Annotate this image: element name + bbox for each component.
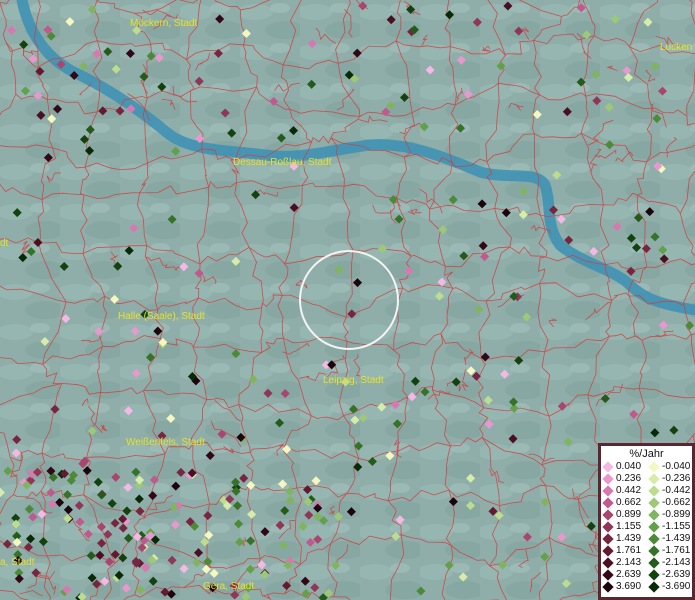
legend-swatch-icon bbox=[602, 461, 614, 473]
legend-label: 1.761 bbox=[616, 545, 642, 556]
legend-swatch-icon bbox=[648, 521, 660, 533]
legend-swatch-icon bbox=[602, 497, 614, 509]
legend-label: 2.639 bbox=[616, 569, 642, 580]
legend-label: 0.236 bbox=[616, 473, 642, 484]
legend-label: -1.761 bbox=[662, 545, 691, 556]
legend-swatch-icon bbox=[648, 581, 660, 593]
legend-label: -0.236 bbox=[662, 473, 691, 484]
legend-label: 1.439 bbox=[616, 533, 642, 544]
city-label-partial-dt: dt bbox=[0, 238, 9, 249]
legend: %/Jahr 0.040 -0.040 0.236 -0.236 0.442 -0.442… bbox=[598, 443, 695, 600]
city-label-gera: Gera, Stadt bbox=[203, 581, 255, 592]
city-label-lucken: Lucken bbox=[660, 42, 693, 53]
legend-label: 0.662 bbox=[616, 497, 642, 508]
city-label-weissenfels: Weißenfels, Stadt bbox=[126, 437, 205, 448]
map-canvas[interactable] bbox=[0, 0, 695, 600]
legend-swatch-icon bbox=[602, 581, 614, 593]
legend-label: 1.155 bbox=[616, 521, 642, 532]
legend-label: -2.639 bbox=[662, 569, 691, 580]
legend-swatch-icon bbox=[648, 473, 660, 485]
legend-swatch-icon bbox=[602, 557, 614, 569]
legend-swatch-icon bbox=[648, 533, 660, 545]
legend-swatch-icon bbox=[648, 461, 660, 473]
legend-swatch-icon bbox=[602, 569, 614, 581]
legend-swatch-icon bbox=[602, 545, 614, 557]
city-label-moeckern: Möckern, Stadt bbox=[130, 18, 198, 29]
legend-label: -1.439 bbox=[662, 533, 691, 544]
legend-swatch-icon bbox=[602, 485, 614, 497]
legend-swatch-icon bbox=[648, 545, 660, 557]
legend-swatch-icon bbox=[602, 533, 614, 545]
legend-label: -0.662 bbox=[662, 497, 691, 508]
legend-label: -1.155 bbox=[662, 521, 691, 532]
legend-label: -0.442 bbox=[662, 485, 691, 496]
legend-swatch-icon bbox=[602, 473, 614, 485]
legend-swatch-icon bbox=[648, 497, 660, 509]
legend-swatch-icon bbox=[602, 509, 614, 521]
city-label-leipzig: Leipzig, Stadt bbox=[323, 375, 384, 386]
legend-label: 2.143 bbox=[616, 557, 642, 568]
legend-label: 3.690 bbox=[616, 581, 642, 592]
legend-swatch-icon bbox=[602, 521, 614, 533]
legend-label: 0.040 bbox=[616, 461, 642, 472]
legend-label: -3.690 bbox=[662, 581, 691, 592]
legend-label: -0.040 bbox=[662, 461, 691, 472]
legend-swatch-icon bbox=[648, 485, 660, 497]
legend-label: -0.899 bbox=[662, 509, 691, 520]
city-label-partial-left: a, Stadt bbox=[0, 557, 35, 568]
legend-label: 0.442 bbox=[616, 485, 642, 496]
legend-swatch-icon bbox=[648, 569, 660, 581]
city-label-halle: Halle (Saale), Stadt bbox=[118, 311, 205, 322]
legend-swatch-icon bbox=[648, 509, 660, 521]
legend-swatch-icon bbox=[648, 557, 660, 569]
legend-label: -2.143 bbox=[662, 557, 691, 568]
legend-label: 0.899 bbox=[616, 509, 642, 520]
legend-title: %/Jahr bbox=[629, 448, 664, 460]
city-label-dessau: Dessau-Roßlau, Stadt bbox=[233, 157, 332, 168]
